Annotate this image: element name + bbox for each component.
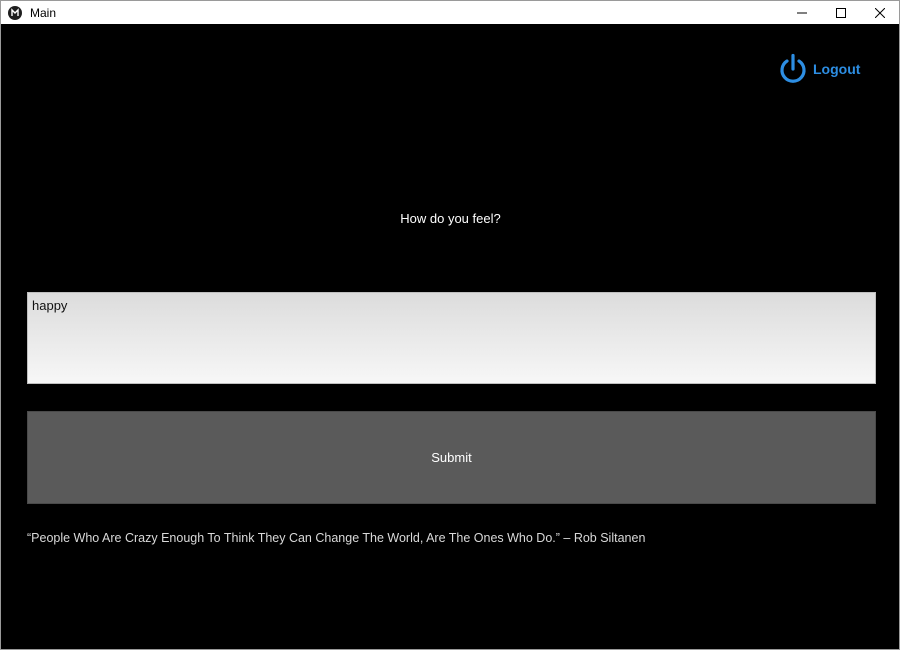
maximize-button[interactable] bbox=[821, 1, 860, 24]
minimize-button[interactable] bbox=[782, 1, 821, 24]
feeling-question: How do you feel? bbox=[400, 211, 501, 226]
title-bar[interactable]: Main bbox=[1, 1, 899, 24]
submit-button[interactable]: Submit bbox=[27, 411, 876, 504]
logout-label: Logout bbox=[813, 61, 861, 77]
feeling-input[interactable]: happy bbox=[27, 292, 876, 384]
app-window: Main Logout How do you feel? happy Submi… bbox=[0, 0, 900, 650]
close-icon bbox=[874, 7, 885, 18]
kivy-logo-icon bbox=[8, 5, 22, 20]
logout-button[interactable]: Logout bbox=[778, 53, 860, 85]
main-content: Logout How do you feel? happy Submit “Pe… bbox=[2, 25, 899, 649]
minimize-icon bbox=[796, 12, 807, 13]
window-controls bbox=[782, 1, 899, 24]
maximize-icon bbox=[835, 7, 846, 18]
quote-text: “People Who Are Crazy Enough To Think Th… bbox=[27, 531, 646, 545]
window-title: Main bbox=[30, 5, 57, 20]
submit-label: Submit bbox=[431, 450, 472, 465]
power-icon bbox=[780, 53, 806, 83]
close-button[interactable] bbox=[860, 1, 899, 24]
